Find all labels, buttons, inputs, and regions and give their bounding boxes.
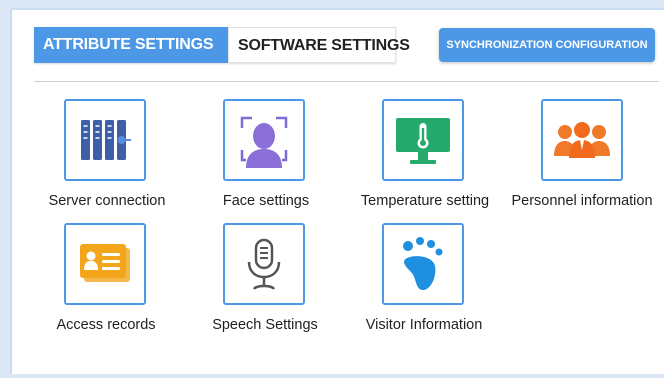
divider [34,81,659,82]
item-label: Speech Settings [212,317,318,333]
synchronization-configuration-button[interactable]: SYNCHRONIZATION CONFIGURATION [439,28,655,62]
id-card-icon[interactable] [64,223,146,305]
item-label: Access records [56,317,156,333]
tab-software-settings[interactable]: SOFTWARE SETTINGS [228,27,410,63]
settings-tabs: ATTRIBUTE SETTINGS SOFTWARE SETTINGS [34,27,410,63]
tab-attribute-settings[interactable]: ATTRIBUTE SETTINGS [34,27,228,63]
server-icon[interactable] [64,99,146,181]
microphone-icon[interactable] [223,223,305,305]
item-label: Temperature setting [360,193,490,209]
people-icon[interactable] [541,99,623,181]
footprint-icon[interactable] [382,223,464,305]
item-label: Face settings [222,193,310,209]
item-label: Visitor Information [365,317,483,333]
thermometer-monitor-icon[interactable] [382,99,464,181]
item-label: Server connection [48,193,166,209]
face-icon[interactable] [223,99,305,181]
item-label: Personnel information [511,193,653,209]
